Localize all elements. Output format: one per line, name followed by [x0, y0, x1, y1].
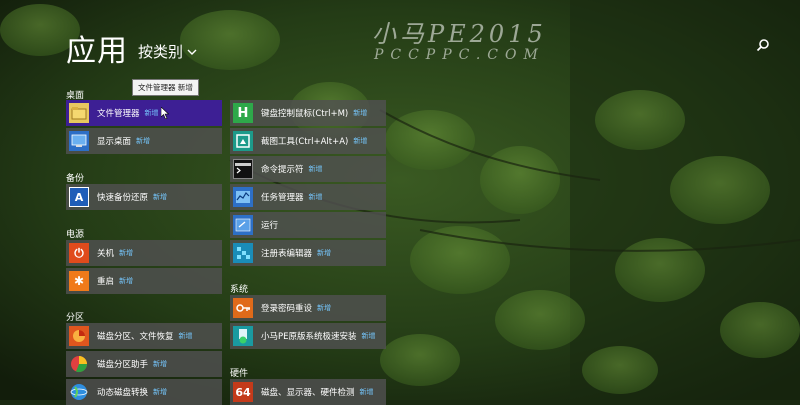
- tile-label: 显示桌面: [97, 137, 132, 147]
- tooltip: 文件管理器 新增: [132, 79, 199, 96]
- tile-shutdown[interactable]: ⏻ 关机 新增: [66, 240, 222, 266]
- new-badge: 新增: [178, 332, 193, 340]
- search-icon[interactable]: [756, 38, 770, 52]
- tile-restart[interactable]: ✱ 重启 新增: [66, 268, 222, 294]
- group-label-system: 系统: [230, 285, 249, 295]
- new-badge: 新增: [144, 109, 159, 117]
- tile-dynamic-disk[interactable]: 动态磁盘转换 新增: [66, 379, 222, 405]
- new-badge: 新增: [308, 165, 323, 173]
- sort-dropdown[interactable]: 按类别: [138, 41, 197, 62]
- tile-label: 命令提示符: [261, 165, 304, 175]
- new-badge: 新增: [317, 304, 332, 312]
- tile-label: 任务管理器: [261, 193, 304, 203]
- restart-icon: ✱: [69, 271, 89, 291]
- install-icon: [233, 326, 253, 346]
- tile-label: 截图工具(Ctrl+Alt+A): [261, 137, 349, 147]
- tile-regedit[interactable]: 注册表编辑器 新增: [230, 240, 386, 266]
- tile-show-desktop[interactable]: 显示桌面 新增: [66, 128, 222, 154]
- tile-label: 文件管理器: [97, 109, 140, 119]
- group-label-hardware: 硬件: [230, 369, 249, 379]
- mouse-cursor-icon: [161, 107, 169, 119]
- tile-label: 运行: [261, 221, 279, 231]
- new-badge: 新增: [361, 332, 376, 340]
- backup-icon: A: [69, 187, 89, 207]
- watermark-line2: PCCPPC.COM: [373, 47, 545, 63]
- power-icon: ⏻: [69, 243, 89, 263]
- registry-icon: [233, 243, 253, 263]
- tile-label: 注册表编辑器: [261, 249, 313, 259]
- new-badge: 新增: [359, 388, 374, 396]
- key-icon: [233, 298, 253, 318]
- tile-task-manager[interactable]: 任务管理器 新增: [230, 184, 386, 210]
- tile-label: 重启: [97, 277, 115, 287]
- run-icon: [233, 215, 253, 235]
- tile-label: 磁盘分区助手: [97, 360, 149, 370]
- disk-genius-icon: [69, 326, 89, 346]
- watermark-logo: 小马PE2015 PCCPPC.COM: [372, 14, 547, 63]
- tile-label: 磁盘分区、文件恢复: [97, 332, 174, 342]
- group-label-partition: 分区: [66, 313, 85, 323]
- page-title: 应用: [66, 34, 128, 69]
- new-badge: 新增: [136, 137, 151, 145]
- tile-hw-detect[interactable]: 64 磁盘、显示器、硬件检测 新增: [230, 379, 386, 405]
- group-label-backup: 备份: [66, 174, 85, 184]
- tile-quick-backup[interactable]: A 快速备份还原 新增: [66, 184, 222, 210]
- new-badge: 新增: [308, 193, 323, 201]
- tile-password-reset[interactable]: 登录密码重设 新增: [230, 295, 386, 321]
- desktop-icon: [69, 131, 89, 151]
- tile-xiaoma-install[interactable]: 小马PE原版系统极速安装 新增: [230, 323, 386, 349]
- new-badge: 新增: [119, 277, 134, 285]
- sort-label: 按类别: [138, 43, 184, 61]
- tile-partition-assistant[interactable]: 磁盘分区助手 新增: [66, 351, 222, 377]
- group-label-power: 电源: [66, 230, 85, 240]
- tile-label: 快速备份还原: [97, 193, 149, 203]
- tile-keyboard-mouse[interactable]: H 键盘控制鼠标(Ctrl+M) 新增: [230, 100, 386, 126]
- new-badge: 新增: [317, 249, 332, 257]
- folder-icon: [69, 103, 89, 123]
- tile-disk-partition[interactable]: 磁盘分区、文件恢复 新增: [66, 323, 222, 349]
- globe-disk-icon: [69, 382, 89, 402]
- tile-cmd[interactable]: 命令提示符 新增: [230, 156, 386, 182]
- keyboard-mouse-icon: H: [233, 103, 253, 123]
- new-badge: 新增: [153, 388, 168, 396]
- tile-screenshot[interactable]: 截图工具(Ctrl+Alt+A) 新增: [230, 128, 386, 154]
- new-badge: 新增: [153, 193, 168, 201]
- pie-chart-icon: [69, 354, 89, 374]
- tile-run[interactable]: 运行: [230, 212, 386, 238]
- tile-label: 动态磁盘转换: [97, 388, 149, 398]
- watermark-line1: 小马PE2015: [372, 20, 547, 48]
- tile-label: 登录密码重设: [261, 304, 313, 314]
- aida64-icon: 64: [233, 382, 253, 402]
- tile-label: 关机: [97, 249, 115, 259]
- task-manager-icon: [233, 187, 253, 207]
- screenshot-icon: [233, 131, 253, 151]
- terminal-icon: [233, 159, 253, 179]
- tile-label: 磁盘、显示器、硬件检测: [261, 388, 355, 398]
- new-badge: 新增: [353, 109, 368, 117]
- chevron-down-icon: [187, 49, 197, 55]
- new-badge: 新增: [353, 137, 368, 145]
- new-badge: 新增: [153, 360, 168, 368]
- tile-label: 键盘控制鼠标(Ctrl+M): [261, 109, 349, 119]
- new-badge: 新增: [119, 249, 134, 257]
- tile-file-manager[interactable]: 文件管理器 新增: [66, 100, 222, 126]
- tile-label: 小马PE原版系统极速安装: [261, 332, 357, 342]
